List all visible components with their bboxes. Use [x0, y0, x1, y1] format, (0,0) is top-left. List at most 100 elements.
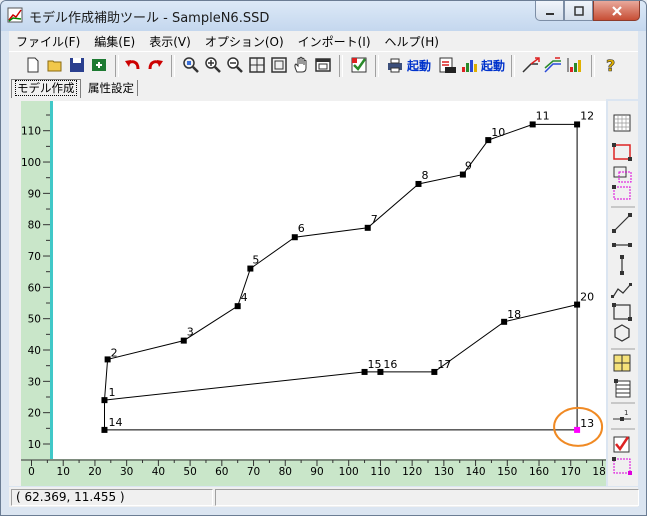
check-model-icon[interactable]	[349, 55, 369, 75]
slope-layers-icon[interactable]	[543, 55, 563, 75]
x-tick-label: 30	[120, 466, 133, 478]
x-tick-label: 10	[57, 466, 70, 478]
node-label: 3	[187, 326, 194, 339]
help-icon[interactable]: ?	[601, 55, 621, 75]
node-label: 4	[241, 291, 248, 304]
node-label: 5	[252, 254, 259, 267]
menu-help[interactable]: ヘルプ(H)	[378, 33, 446, 50]
node-label: 17	[437, 358, 451, 371]
zoom-fit-icon[interactable]	[181, 55, 201, 75]
launch-label-2[interactable]: 起動	[481, 57, 505, 74]
rectangle-icon[interactable]	[612, 143, 632, 161]
node-label: 16	[383, 358, 397, 371]
y-tick-label: 80	[28, 220, 41, 232]
model-canvas[interactable]: 0 10 20 30 40 50 60 70 80 90 100 110 120 130 140 150 160…	[21, 101, 606, 486]
fit-all-icon[interactable]	[247, 55, 267, 75]
polygon-icon[interactable]	[612, 303, 632, 321]
node-label: 8	[421, 169, 428, 182]
menu-options[interactable]: オプション(O)	[198, 33, 291, 50]
window-view-icon[interactable]	[313, 55, 333, 75]
line-icon[interactable]	[612, 213, 632, 233]
zoom-in-icon[interactable]	[203, 55, 223, 75]
tab-bar: モデル作成 属性設定	[9, 79, 638, 99]
menu-edit[interactable]: 編集(E)	[87, 33, 142, 50]
bar-graph-icon[interactable]	[459, 55, 479, 75]
node-label: 11	[536, 109, 550, 122]
status-message	[215, 489, 639, 506]
y-tick-label: 20	[28, 408, 41, 420]
y-tick-label: 30	[28, 376, 41, 388]
menu-file[interactable]: ファイル(F)	[9, 33, 87, 50]
x-tick-label: 180	[592, 466, 606, 478]
node-label: 2	[111, 346, 118, 359]
title-bar: モデル作成補助ツール - SampleN6.SSD	[1, 1, 646, 31]
x-tick-label: 70	[247, 466, 260, 478]
coordinate-readout: ( 62.369, 11.455 )	[11, 489, 213, 506]
zoom-window-icon[interactable]	[269, 55, 289, 75]
rectangle-dashed-icon[interactable]	[612, 185, 631, 200]
polyline-icon[interactable]	[611, 283, 632, 298]
launch-label-1[interactable]: 起動	[407, 57, 431, 74]
menu-import[interactable]: インポート(I)	[291, 33, 378, 50]
point-select-icon[interactable]	[612, 457, 632, 475]
node-label: 18	[507, 308, 521, 321]
x-tick-label: 140	[466, 466, 486, 478]
tab-model-creation[interactable]: モデル作成	[11, 79, 81, 98]
export-icon[interactable]	[89, 55, 109, 75]
status-bar: ( 62.369, 11.455 )	[9, 487, 639, 507]
toolbar: 起動 起動 ?	[9, 51, 638, 80]
node-number-icon[interactable]: 1	[613, 409, 631, 421]
rectangle-select-icon[interactable]	[613, 166, 632, 183]
grid-icon[interactable]	[613, 114, 631, 132]
node-label: 12	[580, 109, 594, 122]
app-window: モデル作成補助ツール - SampleN6.SSD ファイル(F) 編集(E) …	[0, 0, 647, 516]
svg-text:1: 1	[624, 409, 628, 417]
tab-attribute-settings[interactable]: 属性設定	[85, 80, 138, 96]
y-tick-label: 60	[28, 282, 41, 294]
undo-icon[interactable]	[123, 55, 143, 75]
y-tick-label: 90	[28, 188, 41, 200]
node-label: 9	[465, 160, 472, 173]
horizontal-line-icon[interactable]	[612, 243, 632, 247]
node-label: 7	[371, 213, 378, 226]
x-tick-label: 110	[370, 466, 390, 478]
mesh-icon[interactable]	[613, 354, 631, 372]
x-tick-label: 90	[310, 466, 323, 478]
node-label: 20	[580, 291, 594, 304]
close-button[interactable]	[593, 1, 640, 21]
vertical-line-icon[interactable]	[620, 255, 624, 275]
vertical-axis-strip	[50, 101, 53, 459]
window-title: モデル作成補助ツール - SampleN6.SSD	[29, 11, 270, 26]
redo-icon[interactable]	[145, 55, 165, 75]
x-tick-label: 170	[561, 466, 581, 478]
drawing-surface	[52, 101, 606, 459]
right-toolbar: 1	[608, 101, 638, 486]
node-point	[101, 426, 108, 433]
slope-icon[interactable]	[521, 55, 541, 75]
x-tick-label: 20	[88, 466, 101, 478]
x-tick-label: 0	[28, 466, 35, 478]
open-folder-icon[interactable]	[45, 55, 65, 75]
zoom-out-icon[interactable]	[225, 55, 245, 75]
node-point	[101, 397, 108, 404]
cad-icon[interactable]	[437, 55, 457, 75]
svg-text:?: ?	[606, 56, 615, 75]
y-tick-label: 70	[28, 251, 41, 263]
x-tick-label: 50	[183, 466, 196, 478]
x-tick-label: 40	[152, 466, 165, 478]
y-tick-label: 110	[21, 126, 41, 138]
save-icon[interactable]	[67, 55, 87, 75]
printer-icon[interactable]	[385, 55, 405, 75]
node-label: 1	[108, 386, 115, 399]
checkbox-icon[interactable]	[613, 436, 630, 453]
table-icon[interactable]	[614, 379, 631, 398]
new-file-icon[interactable]	[23, 55, 43, 75]
hexagon-icon[interactable]	[614, 324, 630, 342]
x-tick-label: 150	[497, 466, 517, 478]
pan-hand-icon[interactable]	[291, 55, 311, 75]
x-tick-label: 120	[402, 466, 422, 478]
result-graph-icon[interactable]	[565, 55, 585, 75]
menu-view[interactable]: 表示(V)	[142, 33, 198, 50]
maximize-button[interactable]	[564, 1, 593, 21]
minimize-button[interactable]	[535, 1, 564, 21]
